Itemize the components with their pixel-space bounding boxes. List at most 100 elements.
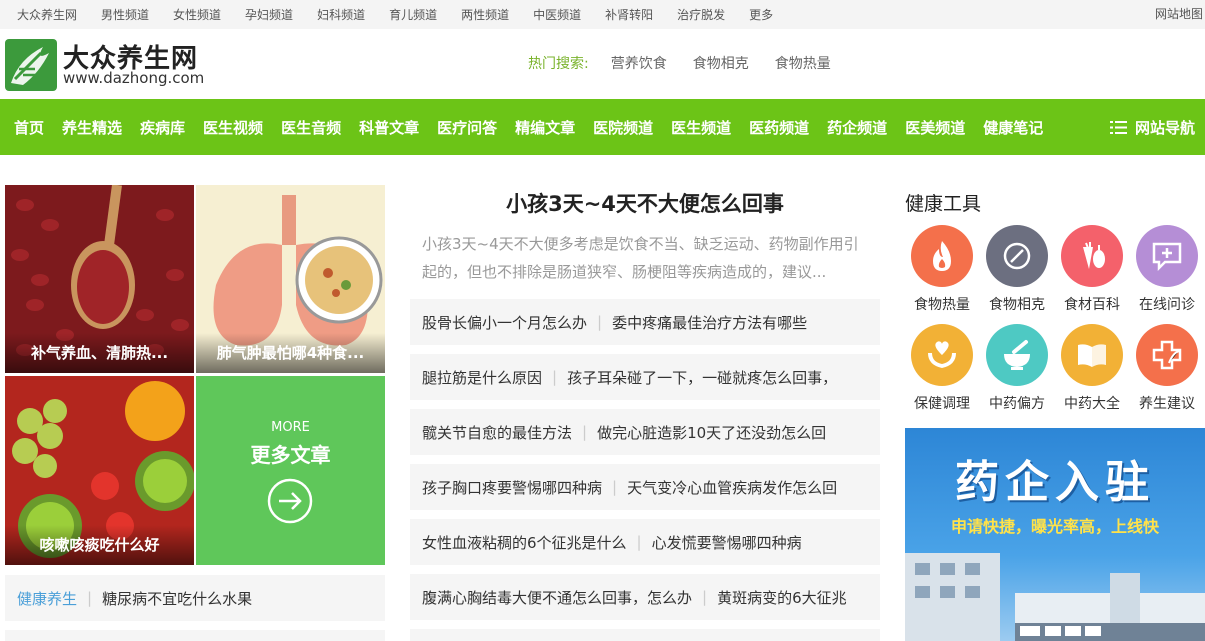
tool-food-calories[interactable]: 食物热量 — [904, 225, 980, 314]
nav-item[interactable]: 医生音频 — [281, 117, 341, 138]
nav-item[interactable]: 药企频道 — [827, 117, 887, 138]
tool-label: 保健调理 — [914, 396, 970, 412]
article-row: 腹满心胸结毒大便不通怎么回事，怎么办 | 黄斑病变的6大征兆 — [410, 574, 880, 620]
chat-plus-icon — [1136, 225, 1198, 287]
nav-item[interactable]: 医生视频 — [203, 117, 263, 138]
site-header: 大众养生网 www.dazhong.com 热门搜索: 营养饮食 食物相克 食物… — [0, 29, 1205, 99]
flame-icon — [911, 225, 973, 287]
main-nav: 首页 养生精选 疾病库 医生视频 医生音频 科普文章 医疗问答 精编文章 医院频… — [0, 99, 1205, 155]
banner-subtitle: 申请快捷，曝光率高，上线快 — [950, 517, 1159, 536]
site-nav-button[interactable]: 网站导航 — [1109, 99, 1195, 155]
tool-folk-remedy[interactable]: 中药偏方 — [979, 324, 1055, 413]
headline-title[interactable]: 小孩3天~4天不大便怎么回事 — [410, 188, 880, 218]
tool-label: 中药大全 — [1064, 396, 1120, 412]
hot-search-item[interactable]: 食物热量 — [775, 53, 831, 73]
tool-herbal-encyclopedia[interactable]: 中药大全 — [1054, 324, 1130, 413]
nav-item[interactable]: 医院频道 — [593, 117, 653, 138]
nav-item[interactable]: 医疗问答 — [437, 117, 497, 138]
top-link[interactable]: 男性频道 — [101, 6, 149, 23]
article-link[interactable]: 天气变冷心血管疾病发作怎么回 — [627, 477, 837, 498]
medical-cross-icon — [1136, 324, 1198, 386]
article-link[interactable]: 委中疼痛最佳治疗方法有哪些 — [612, 312, 807, 333]
more-cn-label: 更多文章 — [250, 443, 331, 467]
list-item[interactable]: 健康养生 | 糖尿病不宜吃什么水果 — [5, 575, 385, 621]
forbidden-icon — [986, 225, 1048, 287]
sitemap-link[interactable]: 网站地图 — [1155, 0, 1203, 29]
tool-label: 在线问诊 — [1139, 297, 1195, 313]
brand-url: www.dazhong.com — [63, 69, 205, 87]
article-row: 孩子胸口疼要警惕哪四种病 | 天气变冷心血管疾病发作怎么回 — [410, 464, 880, 510]
top-link[interactable]: 补肾转阳 — [605, 6, 653, 23]
nav-item[interactable]: 医药频道 — [749, 117, 809, 138]
separator: | — [582, 423, 588, 441]
nav-item[interactable]: 养生精选 — [62, 117, 122, 138]
top-bar: 大众养生网 男性频道 女性频道 孕妇频道 妇科频道 育儿频道 两性频道 中医频道… — [0, 0, 1205, 29]
top-link[interactable]: 育儿频道 — [389, 6, 437, 23]
nav-items: 首页 养生精选 疾病库 医生视频 医生音频 科普文章 医疗问答 精编文章 医院频… — [14, 99, 1061, 155]
separator: | — [612, 478, 618, 496]
pharma-banner[interactable]: 药企入驻 申请快捷，曝光率高，上线快 — [905, 428, 1205, 641]
nav-item[interactable]: 疾病库 — [140, 117, 185, 138]
category-link[interactable]: 健康养生 — [17, 588, 77, 609]
hot-search-item[interactable]: 营养饮食 — [611, 53, 667, 73]
article-link[interactable]: 糖尿病不宜吃什么水果 — [102, 588, 252, 609]
article-link[interactable]: 心发慌要警惕哪四种病 — [652, 532, 802, 553]
more-articles-tile[interactable]: MORE 更多文章 — [196, 376, 385, 565]
top-link[interactable]: 大众养生网 — [17, 6, 77, 23]
tile-caption: 咳嗽咳痰吃什么好 — [5, 525, 194, 565]
article-link[interactable]: 做完心脏造影10天了还没劲怎么回 — [597, 422, 826, 443]
article-row: 女性血液粘稠的6个征兆是什么 | 心发慌要警惕哪四种病 — [410, 519, 880, 565]
tool-label: 食材百科 — [1064, 297, 1120, 313]
top-link[interactable]: 孕妇频道 — [245, 6, 293, 23]
article-link[interactable]: 女性血液粘稠的6个征兆是什么 — [422, 532, 627, 553]
top-link[interactable]: 妇科频道 — [317, 6, 365, 23]
article-link[interactable]: 孩子胸口疼要警惕哪四种病 — [422, 477, 602, 498]
tile-caption: 肺气肿最怕哪4种食... — [196, 333, 385, 373]
list-icon — [1109, 120, 1127, 134]
tool-wellness-advice[interactable]: 养生建议 — [1129, 324, 1205, 413]
nav-item[interactable]: 科普文章 — [359, 117, 419, 138]
list-item — [5, 630, 385, 641]
separator: | — [702, 588, 708, 606]
tool-ingredients[interactable]: 食材百科 — [1054, 225, 1130, 314]
nav-item[interactable]: 健康笔记 — [983, 117, 1043, 138]
article-link[interactable]: 髋关节自愈的最佳方法 — [422, 422, 572, 443]
tool-label: 食物相克 — [989, 297, 1045, 313]
separator: | — [87, 589, 93, 607]
tool-online-consult[interactable]: 在线问诊 — [1129, 225, 1205, 314]
logo-icon[interactable] — [5, 39, 57, 91]
care-hands-icon — [911, 324, 973, 386]
article-link[interactable]: 腿拉筋是什么原因 — [422, 367, 542, 388]
tool-food-incompatible[interactable]: 食物相克 — [979, 225, 1055, 314]
article-tile[interactable]: 肺气肿最怕哪4种食... — [196, 185, 385, 373]
site-nav-label: 网站导航 — [1134, 118, 1195, 137]
top-link[interactable]: 中医频道 — [533, 6, 581, 23]
article-link[interactable]: 孩子耳朵碰了一下，一碰就疼怎么回事， — [567, 367, 837, 388]
article-row — [410, 629, 880, 641]
mortar-icon — [986, 324, 1048, 386]
top-link-more[interactable]: 更多 — [749, 6, 773, 23]
article-tile[interactable]: 咳嗽咳痰吃什么好 — [5, 376, 194, 565]
top-link[interactable]: 两性频道 — [461, 6, 509, 23]
tool-health-care[interactable]: 保健调理 — [904, 324, 980, 413]
nav-item[interactable]: 精编文章 — [515, 117, 575, 138]
article-link[interactable]: 腹满心胸结毒大便不通怎么回事，怎么办 — [422, 587, 692, 608]
top-link[interactable]: 治疗脱发 — [677, 6, 725, 23]
hot-search-item[interactable]: 食物相克 — [693, 53, 749, 73]
banner-title: 药企入驻 — [955, 457, 1155, 508]
nav-item[interactable]: 医生频道 — [671, 117, 731, 138]
tool-label: 食物热量 — [914, 297, 970, 313]
separator: | — [597, 313, 603, 331]
tool-label: 中药偏方 — [989, 396, 1045, 412]
hot-search: 热门搜索: 营养饮食 食物相克 食物热量 — [528, 53, 857, 73]
vegetables-icon — [1061, 225, 1123, 287]
arrow-right-circle-icon — [267, 478, 313, 524]
article-row: 股骨长偏小一个月怎么办 | 委中疼痛最佳治疗方法有哪些 — [410, 299, 880, 345]
hot-search-label: 热门搜索: — [528, 56, 589, 72]
nav-item[interactable]: 医美频道 — [905, 117, 965, 138]
article-link[interactable]: 黄斑病变的6大征兆 — [717, 587, 847, 608]
article-tile[interactable]: 补气养血、清肺热... — [5, 185, 194, 373]
top-link[interactable]: 女性频道 — [173, 6, 221, 23]
nav-item-home[interactable]: 首页 — [14, 117, 44, 138]
article-link[interactable]: 股骨长偏小一个月怎么办 — [422, 312, 587, 333]
